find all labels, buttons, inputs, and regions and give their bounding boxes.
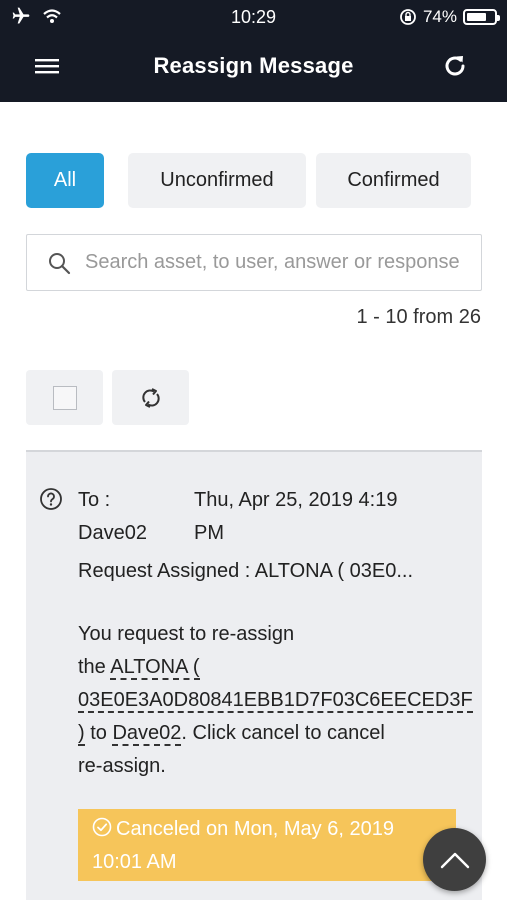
message-body: You request to re-assign the ALTONA ( 03…: [78, 618, 482, 783]
status-badge: Canceled on Mon, May 6, 2019 10:01 AM: [78, 809, 456, 881]
pagination-summary: 1 - 10 from 26: [356, 306, 481, 328]
orientation-lock-icon: [400, 9, 416, 25]
tab-confirmed[interactable]: Confirmed: [316, 153, 471, 208]
to-label: To :: [78, 489, 111, 511]
select-all-button[interactable]: [26, 370, 103, 425]
date-line-2: PM: [194, 522, 224, 544]
message-date: Thu, Apr 25, 2019 4:19 PM: [194, 484, 454, 550]
body-intro: You request to re-assign: [78, 623, 295, 645]
asset-id-link[interactable]: 03E0E3A0D80841EBB1D7F03C6EECED3F: [78, 689, 473, 713]
refresh-icon[interactable]: [441, 52, 469, 80]
status-text-1: Canceled on Mon, May 6, 2019: [116, 818, 394, 840]
status-bar: 10:29 74%: [0, 0, 507, 34]
battery-icon: [463, 9, 500, 25]
tab-unconfirmed[interactable]: Unconfirmed: [128, 153, 306, 208]
asset-name-link[interactable]: ALTONA (: [110, 656, 200, 680]
body-the: the: [78, 656, 111, 678]
status-line-1: Canceled on Mon, May 6, 2019: [92, 813, 442, 846]
filter-tabs: All Unconfirmed Confirmed: [26, 153, 471, 208]
select-all-checkbox[interactable]: [52, 385, 77, 410]
to-user: Dave02: [78, 522, 147, 544]
body-line-4: ) to Dave02. Click cancel to cancel: [78, 717, 482, 750]
check-circle-icon: [92, 817, 112, 837]
user-link[interactable]: Dave02: [112, 722, 182, 746]
chevron-up-icon: [440, 852, 469, 868]
body-end: re-assign.: [78, 755, 166, 777]
search-input[interactable]: [85, 251, 481, 274]
search-box: [26, 234, 482, 291]
message-subject: Request Assigned : ALTONA ( 03E0...: [78, 560, 414, 582]
body-line-2: the ALTONA (: [78, 651, 482, 684]
search-icon: [49, 252, 71, 274]
battery-percent: 74%: [422, 7, 457, 26]
tab-all[interactable]: All: [26, 153, 104, 208]
top-navbar: Reassign Message: [0, 34, 507, 102]
question-circle-icon: [40, 488, 62, 510]
status-bar-right: 74%: [399, 7, 500, 27]
recipient: To : Dave02: [78, 484, 147, 550]
scroll-top-button[interactable]: [423, 828, 486, 891]
battery-level-fill: [467, 13, 487, 21]
message-card[interactable]: To : Dave02 Thu, Apr 25, 2019 4:19 PM Re…: [26, 450, 482, 900]
date-line-1: Thu, Apr 25, 2019 4:19: [194, 489, 398, 511]
body-to: to: [84, 722, 113, 744]
status-text-2: 10:01 AM: [92, 851, 177, 873]
page-title: Reassign Message: [153, 53, 354, 78]
asset-close-link[interactable]: ): [78, 722, 85, 746]
sync-icon: [141, 387, 160, 408]
body-rest: . Click cancel to cancel: [181, 722, 385, 744]
sync-button[interactable]: [112, 370, 189, 425]
body-line-3: 03E0E3A0D80841EBB1D7F03C6EECED3F: [78, 684, 482, 717]
